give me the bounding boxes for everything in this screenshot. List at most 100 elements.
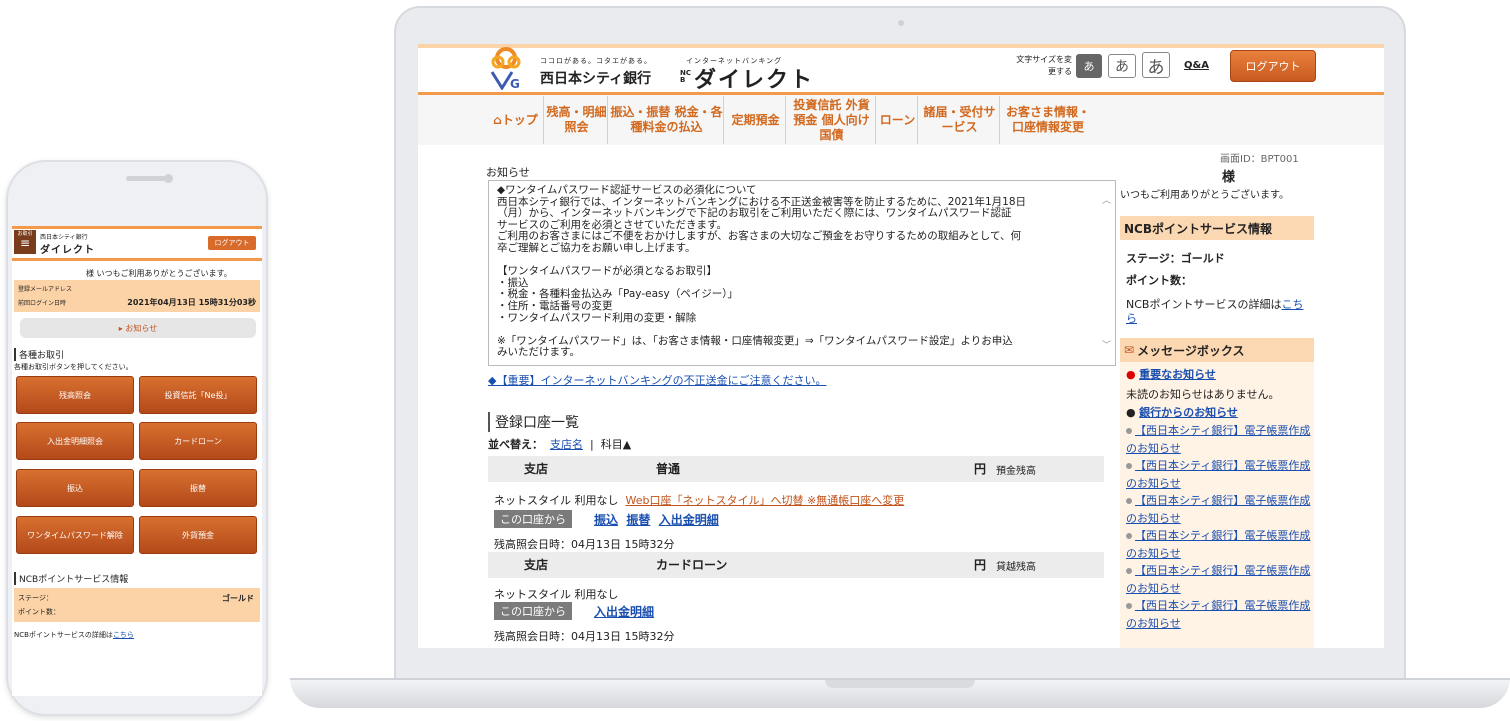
logo-direct: ダイレクト bbox=[40, 245, 95, 256]
investment-trust-button[interactable]: 投資信託「Ne投」 bbox=[139, 376, 257, 414]
laptop-camera bbox=[898, 20, 904, 26]
account-branch: 支店 bbox=[524, 558, 549, 572]
bank-notice-item[interactable]: ● 銀行からのお知らせ bbox=[1126, 404, 1238, 420]
phone-camera bbox=[164, 174, 173, 183]
tagline: ココロがある。コタエがある。 bbox=[540, 57, 652, 65]
home-icon: ⌂ bbox=[493, 112, 502, 127]
nav-loan[interactable]: ローン bbox=[878, 96, 918, 144]
section-title: 各種お取引 bbox=[14, 348, 64, 361]
notice-item-suffix[interactable]: のお知らせ bbox=[1126, 442, 1181, 455]
nav-customer-info[interactable]: お客さま情報・口座情報変更 bbox=[1002, 96, 1094, 144]
phone-divider bbox=[12, 258, 262, 261]
nav-notifications[interactable]: 諸届・受付サービス bbox=[920, 96, 1000, 144]
black-dot-icon: ● bbox=[1126, 406, 1136, 419]
notice-item-link[interactable]: 【西日本シティ銀行】電子帳票作成 bbox=[1135, 424, 1310, 437]
notice-list-item[interactable]: 【西日本シティ銀行】電子帳票作成のお知らせ bbox=[1126, 422, 1312, 457]
sort-row: 並べ替え： 支店名 | 科目▲ bbox=[488, 438, 632, 451]
section-subtitle: 各種お取引ボタンを押してください。 bbox=[14, 363, 133, 371]
account-type: カードローン bbox=[656, 558, 728, 572]
logo-bank-name: 西日本シティ銀行 bbox=[40, 234, 88, 241]
font-size-medium-button[interactable]: あ bbox=[1108, 54, 1136, 78]
smartphone-frame: お取引 ≡ 西日本シティ銀行 ダイレクト ログアウト 様 いつもご利用ありがとう… bbox=[6, 160, 268, 716]
bullet-icon bbox=[1126, 603, 1132, 609]
nav-transfer[interactable]: 振込・振替 税金・各種料金の払込 bbox=[610, 96, 724, 144]
notice-item-link[interactable]: 【西日本シティ銀行】電子帳票作成 bbox=[1135, 459, 1310, 472]
phone-speaker bbox=[126, 176, 166, 181]
notice-item-link[interactable]: 【西日本シティ銀行】電子帳票作成 bbox=[1135, 599, 1310, 612]
font-size-small-button[interactable]: あ bbox=[1076, 54, 1102, 78]
svg-text:G: G bbox=[510, 77, 520, 90]
phone-ncb-title: NCBポイントサービス情報 bbox=[14, 572, 128, 585]
ncb-detail-link[interactable]: こち bbox=[1281, 298, 1303, 311]
notice-item-suffix[interactable]: のお知らせ bbox=[1126, 477, 1181, 490]
laptop-screen: G ココロがある。コタエがある。 インターネットバンキング 西日本シティ銀行 N… bbox=[418, 44, 1384, 648]
account-row-header: 支店 カードローン 円 貸越残高 bbox=[488, 552, 1104, 578]
menu-button[interactable]: お取引 ≡ bbox=[14, 230, 36, 254]
transaction-history-link[interactable]: 入出金明細 bbox=[594, 605, 654, 619]
phone-ncb-detail-text: NCBポイントサービスの詳細は bbox=[14, 631, 113, 639]
ncb-points: ポイント数： bbox=[1126, 274, 1192, 287]
account-netstyle: ネットスタイル 利用なし Web口座「ネットスタイル」へ切替 ※無通帳口座へ変更 bbox=[494, 492, 904, 508]
phone-logo: 西日本シティ銀行 ダイレクト bbox=[40, 232, 95, 256]
logout-button[interactable]: ログアウト bbox=[1230, 50, 1316, 82]
important-notice-link-side[interactable]: 重要なお知らせ bbox=[1139, 368, 1216, 381]
notice-list-item[interactable]: 【西日本シティ銀行】電子帳票作成のお知らせ bbox=[1126, 527, 1312, 562]
notice-list-item[interactable]: 【西日本シティ銀行】電子帳票作成のお知らせ bbox=[1126, 457, 1312, 492]
notice-list-item[interactable]: 【西日本シティ銀行】電子帳票作成のお知らせ bbox=[1126, 492, 1312, 527]
ncb-detail-link-cont[interactable]: ら bbox=[1126, 312, 1137, 325]
account-transfer-link[interactable]: 振替 bbox=[626, 513, 650, 527]
account-type: 普通 bbox=[656, 462, 681, 476]
notice-line: 卒ご理解とご協力をお願い申し上げます。 bbox=[497, 241, 696, 254]
sort-branch-link[interactable]: 支店名 bbox=[550, 438, 583, 451]
important-notice-link[interactable]: ◆【重要】インターネットバンキングの不正送金にご注意ください。 bbox=[488, 372, 826, 388]
transaction-history-button[interactable]: 入出金明細照会 bbox=[16, 422, 134, 460]
notice-scroll-up-icon[interactable]: ︿ bbox=[1102, 193, 1111, 206]
transaction-history-link[interactable]: 入出金明細 bbox=[659, 513, 719, 527]
qa-link[interactable]: Q&A bbox=[1184, 60, 1209, 71]
bullet-icon bbox=[1126, 533, 1132, 539]
notice-item-suffix[interactable]: のお知らせ bbox=[1126, 512, 1181, 525]
netstyle-text: ネットスタイル 利用なし bbox=[494, 494, 619, 507]
screen-id: 画面ID：BPT001 bbox=[1220, 154, 1299, 165]
notice-line: ・住所・電話番号の変更 bbox=[497, 299, 613, 312]
message-box-header: ✉ メッセージボックス bbox=[1120, 338, 1314, 362]
font-size-large-button[interactable]: あ bbox=[1142, 52, 1170, 78]
balance-inquiry-button[interactable]: 残高照会 bbox=[16, 376, 134, 414]
bank-logo-icon: G bbox=[488, 46, 524, 91]
account-row-header: 支店 普通 円 預金残高 bbox=[488, 456, 1104, 482]
notice-item-suffix[interactable]: のお知らせ bbox=[1126, 582, 1181, 595]
notice-item-link[interactable]: 【西日本シティ銀行】電子帳票作成 bbox=[1135, 564, 1310, 577]
nav-balance[interactable]: 残高・明細照会 bbox=[546, 96, 608, 144]
account-balance-label: 預金残高 bbox=[996, 466, 1036, 477]
notice-scroll-down-icon[interactable]: ﹀ bbox=[1102, 338, 1111, 351]
sort-type-label[interactable]: 科目▲ bbox=[601, 438, 631, 451]
web-account-link[interactable]: Web口座「ネットスタイル」へ切替 ※無通帳口座へ変更 bbox=[626, 494, 905, 507]
phone-logout-button[interactable]: ログアウト bbox=[208, 236, 256, 250]
phone-ncb-box: ステージ： ゴールド ポイント数： bbox=[14, 588, 260, 622]
nav-investment[interactable]: 投資信託 外貨預金 個人向け国債 bbox=[788, 96, 876, 144]
foreign-deposit-button[interactable]: 外貨預金 bbox=[139, 516, 257, 554]
phone-notice-button[interactable]: ▸ お知らせ bbox=[20, 318, 256, 338]
important-notice-item[interactable]: ● 重要なお知らせ bbox=[1126, 366, 1216, 382]
phone-stage-value: ゴールド bbox=[222, 594, 254, 603]
notice-item-link[interactable]: 【西日本シティ銀行】電子帳票作成 bbox=[1135, 529, 1310, 542]
bank-notice-link[interactable]: 銀行からのお知らせ bbox=[1139, 406, 1238, 419]
nav-top[interactable]: ⌂ トップ bbox=[488, 96, 544, 144]
account-actions: 振込 振替 入出金明細 bbox=[594, 511, 719, 528]
transfer-link[interactable]: 振込 bbox=[594, 513, 618, 527]
notice-item-suffix[interactable]: のお知らせ bbox=[1126, 617, 1181, 630]
notice-list-item[interactable]: 【西日本シティ銀行】電子帳票作成のお知らせ bbox=[1126, 562, 1312, 597]
nav-time-deposit[interactable]: 定期預金 bbox=[726, 96, 786, 144]
otp-release-button[interactable]: ワンタイムパスワード解除 bbox=[16, 516, 134, 554]
notice-line: 【ワンタイムパスワードが必須となるお取引】 bbox=[497, 265, 717, 278]
notice-list-item[interactable]: 【西日本シティ銀行】電子帳票作成のお知らせ bbox=[1126, 597, 1312, 632]
phone-ncb-link[interactable]: こちら bbox=[113, 631, 134, 639]
phone-greeting: 様 いつもご利用ありがとうございます。 bbox=[86, 269, 232, 278]
account-transfer-button[interactable]: 振替 bbox=[139, 469, 257, 507]
phone-ncb-detail: NCBポイントサービスの詳細はこちら bbox=[14, 630, 134, 640]
transfer-button[interactable]: 振込 bbox=[16, 469, 134, 507]
phone-stage-label: ステージ： bbox=[18, 594, 53, 602]
notice-item-suffix[interactable]: のお知らせ bbox=[1126, 547, 1181, 560]
card-loan-button[interactable]: カードローン bbox=[139, 422, 257, 460]
notice-item-link[interactable]: 【西日本シティ銀行】電子帳票作成 bbox=[1135, 494, 1310, 507]
